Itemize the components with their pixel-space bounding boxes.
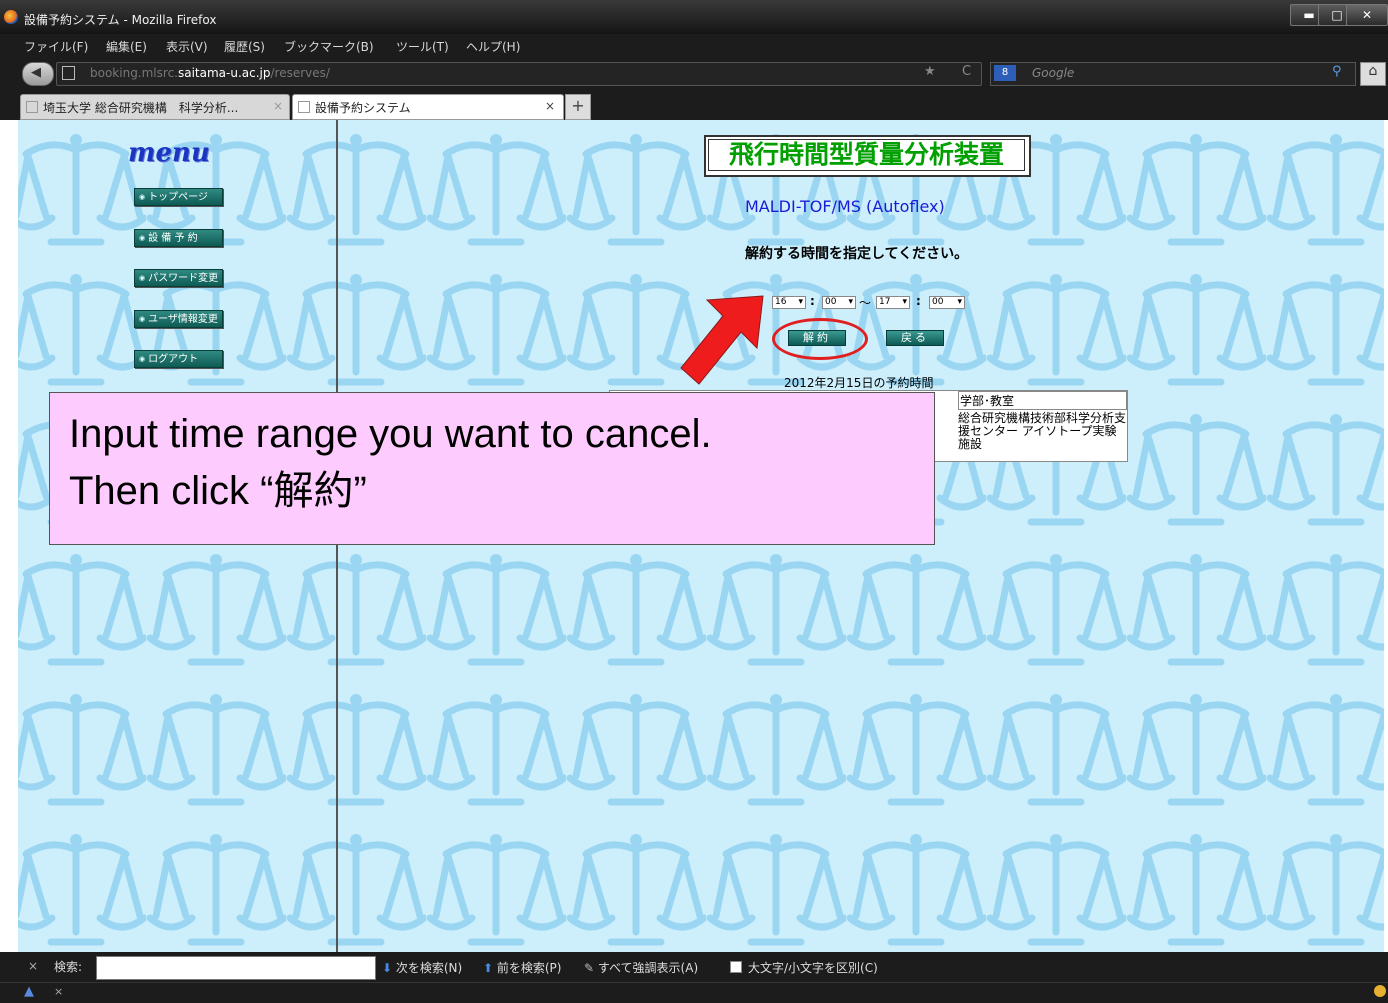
search-magnifier-icon[interactable]: ⚲ [1332, 64, 1342, 79]
highlight-all-label: すべて強調表示(A) [597, 961, 699, 975]
tab-label: 設備予約システム [315, 101, 411, 115]
callout-text: Input time range you want to cancel. The… [69, 406, 712, 520]
instruction-text: 解約する時間を指定してください。 [745, 246, 969, 262]
find-next-label: 次を検索(N) [395, 961, 463, 975]
find-prev-button[interactable]: ⬆ 前を検索(P) [483, 959, 561, 976]
url-text[interactable]: booking.mlsrc.saitama-u.ac.jp/reserves/ [90, 66, 330, 80]
arrow-down-icon: ⬇ [382, 961, 396, 975]
find-input[interactable] [96, 956, 376, 980]
menu-view[interactable]: 表示(V) [166, 38, 208, 55]
page-icon [62, 66, 75, 80]
close-window-button[interactable]: ✕ [1346, 4, 1388, 26]
home-icon[interactable]: ⌂ [1360, 62, 1386, 86]
url-prefix: booking.mlsrc. [90, 66, 178, 80]
tab-booking-system[interactable]: 設備予約システム × [292, 94, 564, 120]
tab-saitama-univ[interactable]: 埼玉大学 総合研究機構 科学分析... × [20, 94, 290, 120]
search-placeholder: Google [1032, 66, 1075, 80]
menu-help[interactable]: ヘルプ(H) [466, 38, 520, 55]
find-label: 検索: [54, 960, 83, 974]
back-arrow-icon: ◀ [31, 65, 41, 80]
arrow-up-icon: ⬆ [483, 961, 497, 975]
back-button[interactable]: ◀ [22, 62, 54, 86]
find-close-icon[interactable]: × [28, 959, 38, 973]
sidebar-item-logout[interactable]: ログアウト [134, 350, 223, 368]
tab-close-icon[interactable]: × [273, 99, 283, 113]
tab-close-icon[interactable]: × [545, 99, 555, 113]
callout-line-2: Then click “解約” [69, 469, 367, 513]
page-title: 飛行時間型質量分析装置 [708, 139, 1025, 171]
find-next-button[interactable]: ⬇ 次を検索(N) [382, 959, 462, 976]
bookmark-star-icon[interactable]: ★ [924, 64, 936, 79]
new-tab-button[interactable]: + [565, 94, 591, 120]
page-icon [26, 101, 38, 113]
sidebar-item-top-page[interactable]: トップページ [134, 188, 223, 206]
highlight-circle [772, 318, 868, 360]
match-case-label[interactable]: 大文字/小文字を区別(C) [748, 959, 878, 976]
tab-label: 埼玉大学 総合研究機構 科学分析... [43, 101, 239, 115]
menu-bar [0, 34, 1388, 58]
reservation-date-label: 2012年2月15日の予約時間 [784, 376, 934, 390]
menu-tools[interactable]: ツール(T) [396, 38, 449, 55]
page-icon [298, 101, 310, 113]
highlighter-icon: ✎ [584, 961, 598, 975]
instrument-name: MALDI-TOF/MS (Autoflex) [745, 197, 945, 216]
red-arrow-pointer [680, 295, 764, 385]
sidebar-item-reservation[interactable]: 設 備 予 約 [134, 229, 223, 247]
start-minute-select[interactable]: 00 [822, 296, 856, 309]
back-button-page[interactable]: 戻る [886, 330, 944, 346]
url-domain: saitama-u.ac.jp [177, 66, 271, 80]
addon-bar-icon[interactable]: ▲ [24, 984, 34, 999]
find-prev-label: 前を検索(P) [496, 961, 562, 975]
sidebar-item-user-info[interactable]: ユーザ情報変更 [134, 310, 223, 328]
sidebar-item-password-change[interactable]: パスワード変更 [134, 269, 223, 287]
status-close-icon[interactable]: × [54, 985, 63, 998]
reload-icon[interactable]: C [962, 64, 971, 79]
time-colon: : [810, 294, 815, 308]
dept-column-header: 学部･教室 [958, 391, 1127, 410]
match-case-checkbox[interactable] [730, 961, 742, 973]
menu-file[interactable]: ファイル(F) [24, 38, 88, 55]
menu-logo: menu [128, 138, 210, 168]
google-search-engine-icon[interactable]: 8 [994, 65, 1016, 81]
highlight-all-button[interactable]: ✎ すべて強調表示(A) [584, 959, 698, 976]
url-path: /reserves/ [270, 66, 330, 80]
time-range-separator: 〜 [859, 296, 872, 310]
firefox-icon [4, 10, 18, 24]
end-minute-select[interactable]: 00 [929, 296, 965, 309]
time-colon: : [916, 294, 921, 308]
menu-edit[interactable]: 編集(E) [106, 38, 147, 55]
callout-line-1: Input time range you want to cancel. [69, 412, 712, 456]
end-hour-select[interactable]: 17 [876, 296, 910, 309]
menu-bookmarks[interactable]: ブックマーク(B) [284, 38, 374, 55]
status-indicator-icon [1374, 985, 1386, 997]
dept-cell: 総合研究機構技術部科学分析支援センター アイソトープ実験施設 [958, 411, 1127, 451]
window-title: 設備予約システム - Mozilla Firefox [24, 13, 217, 27]
menu-history[interactable]: 履歴(S) [224, 38, 265, 55]
status-bar [0, 982, 1388, 1003]
